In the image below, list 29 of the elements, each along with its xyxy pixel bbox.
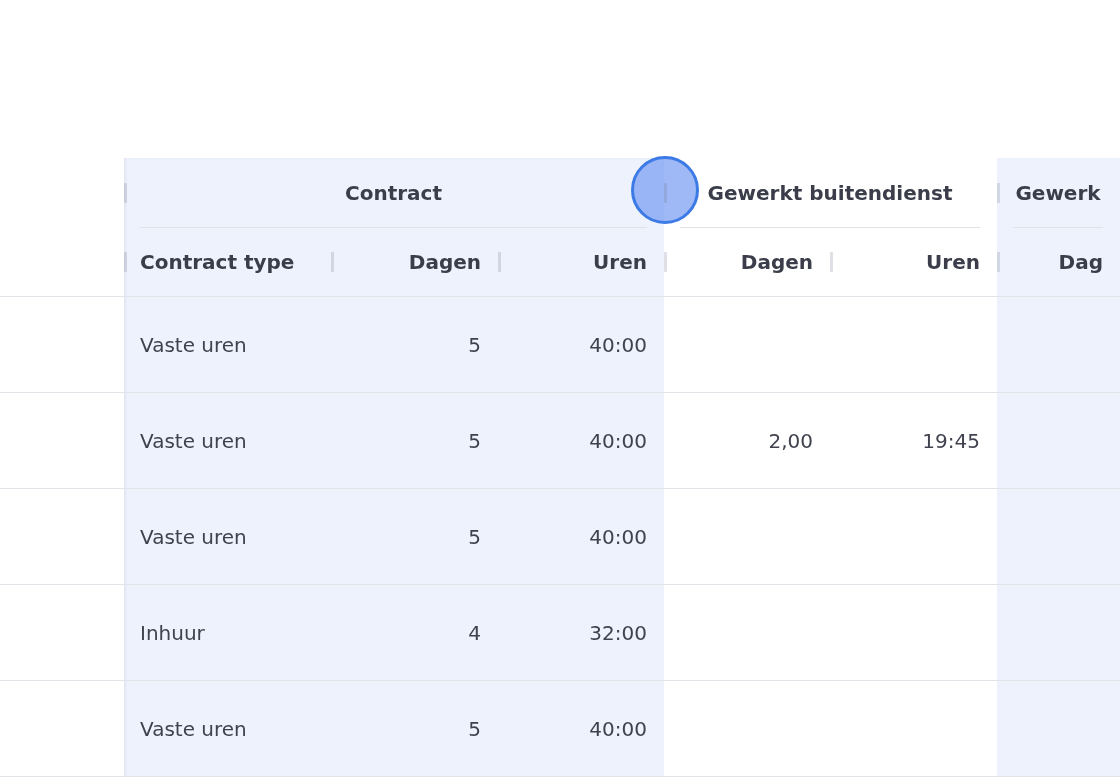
table-cell: 40:00 (589, 716, 647, 741)
table-cell: 19:45 (922, 428, 980, 453)
table-cell: Vaste uren (140, 332, 247, 357)
table-cell: 5 (468, 332, 481, 357)
column-group-header: Gewerkt buitendienst (707, 180, 953, 205)
table-cell: Vaste uren (140, 428, 247, 453)
column-header: Dagen (408, 250, 481, 274)
column-header: Dagen (740, 250, 813, 274)
table-cell: 4 (468, 620, 481, 645)
table-cell: 40:00 (589, 332, 647, 357)
column-resize-handle[interactable] (124, 252, 127, 272)
table-cell: 40:00 (589, 428, 647, 453)
column-group-header: Gewerk (1015, 180, 1101, 205)
table-cell: 40:00 (589, 524, 647, 549)
table-cell: 5 (468, 428, 481, 453)
column-group-header: Contract (345, 180, 442, 205)
column-resize-handle[interactable] (124, 183, 127, 203)
column-header: Dag (1058, 250, 1103, 274)
table-cell: Inhuur (140, 620, 205, 645)
table-cell: 5 (468, 524, 481, 549)
column-resize-handle[interactable] (830, 252, 833, 272)
column-header: Uren (593, 250, 647, 274)
column-header: Contract type (140, 250, 295, 274)
table-cell: Vaste uren (140, 716, 247, 741)
table-cell: Vaste uren (140, 524, 247, 549)
table-cell: 5 (468, 716, 481, 741)
table-cell: 32:00 (589, 620, 647, 645)
table-cell: 2,00 (768, 428, 813, 453)
column-header: Uren (926, 250, 980, 274)
